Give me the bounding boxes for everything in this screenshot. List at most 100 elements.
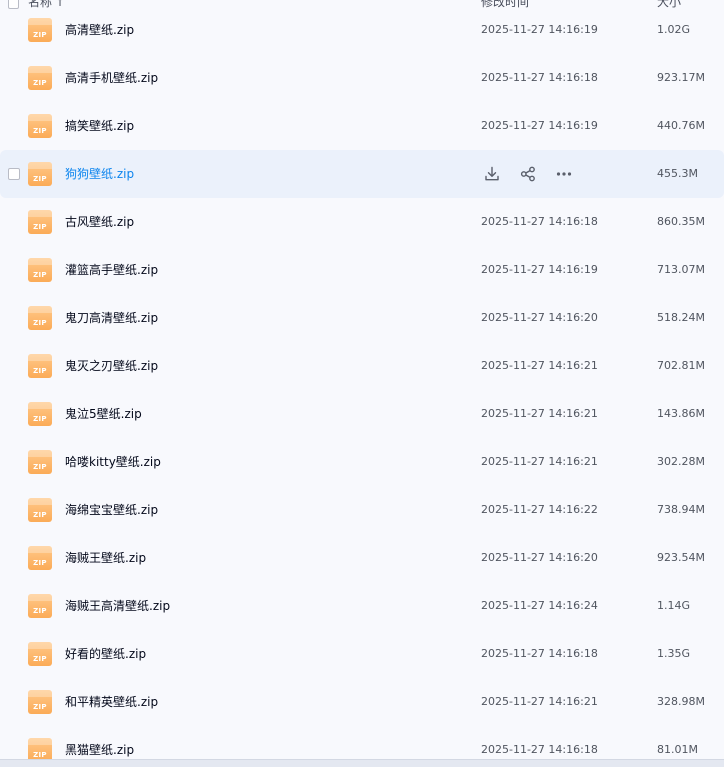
file-rows: ZIP 高清壁纸.zip 2025-11-27 14:16:19 1.02G Z… (0, 6, 724, 767)
zip-file-icon: ZIP (28, 210, 52, 234)
file-name[interactable]: 海绵宝宝壁纸.zip (65, 502, 158, 518)
zip-file-icon: ZIP (28, 162, 52, 186)
zip-file-icon: ZIP (28, 450, 52, 474)
zip-file-icon: ZIP (28, 594, 52, 618)
more-icon[interactable] (554, 164, 574, 184)
file-row[interactable]: ZIP 狗狗壁纸.zip 455.3M (0, 150, 724, 198)
file-size: 518.24M (657, 311, 705, 324)
file-row[interactable]: ZIP 好看的壁纸.zip 2025-11-27 14:16:18 1.35G (0, 630, 724, 678)
zip-file-icon: ZIP (28, 402, 52, 426)
file-size: 1.02G (657, 23, 691, 36)
zip-file-icon: ZIP (28, 546, 52, 570)
file-size: 440.76M (657, 119, 705, 132)
zip-file-icon-label: ZIP (33, 703, 47, 711)
modified-time: 2025-11-27 14:16:21 (481, 359, 598, 372)
file-row[interactable]: ZIP 高清壁纸.zip 2025-11-27 14:16:19 1.02G (0, 6, 724, 54)
file-name[interactable]: 好看的壁纸.zip (65, 646, 146, 662)
file-name[interactable]: 海贼王高清壁纸.zip (65, 598, 170, 614)
file-size: 1.35G (657, 647, 691, 660)
modified-time: 2025-11-27 14:16:18 (481, 215, 598, 228)
file-list: 名称 ↑ 修改时间 大小 ZIP 高清壁纸.zip 2025-11-27 14:… (0, 0, 724, 767)
zip-file-icon: ZIP (28, 18, 52, 42)
modified-time: 2025-11-27 14:16:18 (481, 71, 598, 84)
zip-file-icon: ZIP (28, 66, 52, 90)
zip-file-icon-label: ZIP (33, 511, 47, 519)
zip-file-icon-label: ZIP (33, 271, 47, 279)
zip-file-icon-label: ZIP (33, 223, 47, 231)
share-icon[interactable] (518, 164, 538, 184)
modified-time: 2025-11-27 14:16:19 (481, 263, 598, 276)
zip-file-icon: ZIP (28, 114, 52, 138)
file-name[interactable]: 古风壁纸.zip (65, 214, 134, 230)
file-size: 713.07M (657, 263, 705, 276)
file-name[interactable]: 黑猫壁纸.zip (65, 742, 134, 758)
file-name[interactable]: 鬼灭之刃壁纸.zip (65, 358, 158, 374)
modified-time: 2025-11-27 14:16:18 (481, 743, 598, 756)
file-size: 860.35M (657, 215, 705, 228)
zip-file-icon-label: ZIP (33, 751, 47, 759)
file-size: 738.94M (657, 503, 705, 516)
modified-time: 2025-11-27 14:16:19 (481, 119, 598, 132)
file-row[interactable]: ZIP 古风壁纸.zip 2025-11-27 14:16:18 860.35M (0, 198, 724, 246)
file-name[interactable]: 哈喽kitty壁纸.zip (65, 454, 161, 470)
file-row[interactable]: ZIP 鬼刀高清壁纸.zip 2025-11-27 14:16:20 518.2… (0, 294, 724, 342)
file-name[interactable]: 灌篮高手壁纸.zip (65, 262, 158, 278)
file-row[interactable]: ZIP 海贼王高清壁纸.zip 2025-11-27 14:16:24 1.14… (0, 582, 724, 630)
zip-file-icon-label: ZIP (33, 31, 47, 39)
file-size: 923.54M (657, 551, 705, 564)
modified-time: 2025-11-27 14:16:21 (481, 455, 598, 468)
zip-file-icon: ZIP (28, 354, 52, 378)
zip-file-icon: ZIP (28, 690, 52, 714)
zip-file-icon-label: ZIP (33, 175, 47, 183)
row-checkbox[interactable] (8, 168, 20, 180)
file-row[interactable]: ZIP 高清手机壁纸.zip 2025-11-27 14:16:18 923.1… (0, 54, 724, 102)
file-row[interactable]: ZIP 哈喽kitty壁纸.zip 2025-11-27 14:16:21 30… (0, 438, 724, 486)
file-name[interactable]: 鬼刀高清壁纸.zip (65, 310, 158, 326)
file-row[interactable]: ZIP 海贼王壁纸.zip 2025-11-27 14:16:20 923.54… (0, 534, 724, 582)
zip-file-icon-label: ZIP (33, 367, 47, 375)
zip-file-icon: ZIP (28, 306, 52, 330)
zip-file-icon-label: ZIP (33, 127, 47, 135)
modified-time: 2025-11-27 14:16:22 (481, 503, 598, 516)
file-size: 1.14G (657, 599, 691, 612)
file-row[interactable]: ZIP 和平精英壁纸.zip 2025-11-27 14:16:21 328.9… (0, 678, 724, 726)
file-size: 143.86M (657, 407, 705, 420)
file-size: 923.17M (657, 71, 705, 84)
file-row[interactable]: ZIP 海绵宝宝壁纸.zip 2025-11-27 14:16:22 738.9… (0, 486, 724, 534)
file-row[interactable]: ZIP 鬼灭之刃壁纸.zip 2025-11-27 14:16:21 702.8… (0, 342, 724, 390)
zip-file-icon: ZIP (28, 498, 52, 522)
download-icon[interactable] (482, 164, 502, 184)
zip-file-icon: ZIP (28, 642, 52, 666)
bottom-scroll-bar[interactable] (0, 759, 724, 767)
modified-time: 2025-11-27 14:16:21 (481, 407, 598, 420)
file-name[interactable]: 搞笑壁纸.zip (65, 118, 134, 134)
zip-file-icon-label: ZIP (33, 79, 47, 87)
file-name[interactable]: 鬼泣5壁纸.zip (65, 406, 142, 422)
modified-time: 2025-11-27 14:16:20 (481, 551, 598, 564)
file-name[interactable]: 狗狗壁纸.zip (65, 166, 134, 182)
zip-file-icon-label: ZIP (33, 463, 47, 471)
zip-file-icon-label: ZIP (33, 655, 47, 663)
zip-file-icon-label: ZIP (33, 319, 47, 327)
file-size: 328.98M (657, 695, 705, 708)
zip-file-icon-label: ZIP (33, 559, 47, 567)
modified-time: 2025-11-27 14:16:18 (481, 647, 598, 660)
file-size: 81.01M (657, 743, 698, 756)
file-name[interactable]: 高清手机壁纸.zip (65, 70, 158, 86)
file-name[interactable]: 海贼王壁纸.zip (65, 550, 146, 566)
file-size: 302.28M (657, 455, 705, 468)
zip-file-icon: ZIP (28, 258, 52, 282)
file-name[interactable]: 高清壁纸.zip (65, 22, 134, 38)
file-size: 455.3M (657, 167, 698, 180)
file-size: 702.81M (657, 359, 705, 372)
file-name[interactable]: 和平精英壁纸.zip (65, 694, 158, 710)
modified-time: 2025-11-27 14:16:21 (481, 695, 598, 708)
file-row[interactable]: ZIP 鬼泣5壁纸.zip 2025-11-27 14:16:21 143.86… (0, 390, 724, 438)
modified-time: 2025-11-27 14:16:19 (481, 23, 598, 36)
zip-file-icon-label: ZIP (33, 415, 47, 423)
file-row[interactable]: ZIP 灌篮高手壁纸.zip 2025-11-27 14:16:19 713.0… (0, 246, 724, 294)
modified-time: 2025-11-27 14:16:24 (481, 599, 598, 612)
file-row[interactable]: ZIP 搞笑壁纸.zip 2025-11-27 14:16:19 440.76M (0, 102, 724, 150)
zip-file-icon-label: ZIP (33, 607, 47, 615)
modified-time: 2025-11-27 14:16:20 (481, 311, 598, 324)
